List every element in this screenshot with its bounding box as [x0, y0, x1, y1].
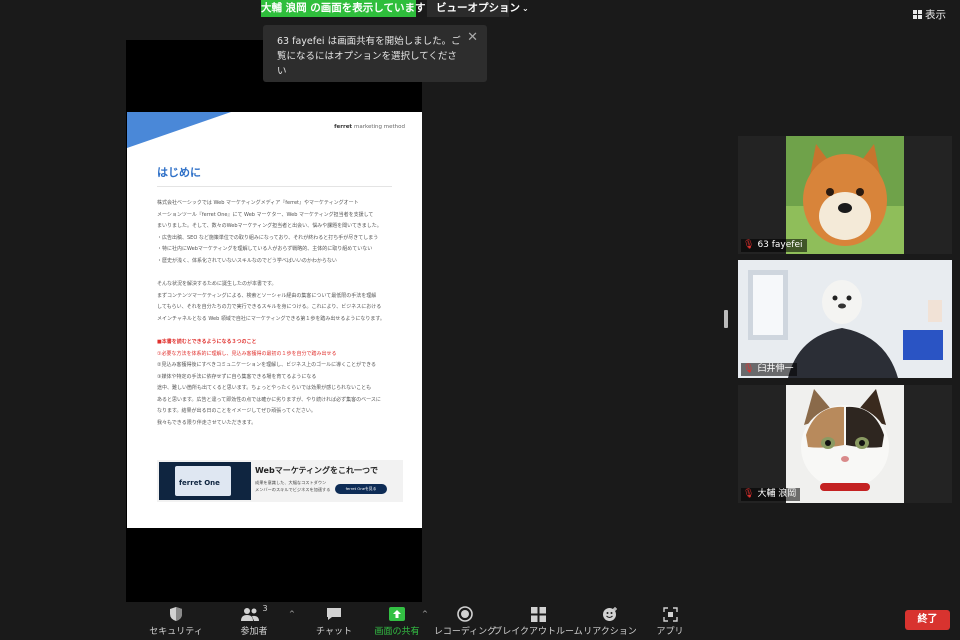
- doc-point: ②見込み客獲得後にすべきコミュニケーションを理解し、ビジネス上のゴールに導くこと…: [157, 362, 376, 368]
- banner-cta: ferret Oneを見る: [335, 484, 387, 494]
- document-title: はじめに: [157, 166, 201, 179]
- smiley-icon: [603, 607, 617, 621]
- apps-label: アプリ: [656, 627, 684, 637]
- banner-subtext: 成果を意識した、大幅なコストダウン メンバーのスキルでビジネスを加速する: [255, 480, 331, 492]
- notification-text: 63 fayefei は画面共有を開始しました。ご覧になるにはオプションを選択し…: [277, 36, 461, 77]
- reactions-label: リアクション: [583, 627, 637, 637]
- chat-label: チャット: [316, 627, 352, 637]
- record-button[interactable]: レコーディング: [434, 604, 496, 640]
- doc-line: そんな状況を解決するために誕生したのが本書です。: [157, 281, 277, 287]
- product-screenshot: ferret One: [159, 462, 251, 500]
- doc-line: メインチャネルとなる Web 領域で自社にマーケティングできる第１歩を踏み出せる…: [157, 315, 385, 322]
- share-screen-label: 画面の共有: [374, 627, 420, 637]
- doc-line: なります。結果が出る日のことをイメージしてぜひ頑張ってください。: [157, 408, 316, 414]
- calico-cat-photo: [786, 385, 904, 503]
- participants-label: 参加者: [240, 627, 268, 637]
- shield-icon: [170, 607, 182, 621]
- banner-headline: Webマーケティングをこれ一つで: [255, 466, 379, 475]
- panel-resize-handle[interactable]: [724, 310, 728, 328]
- view-layout-button[interactable]: 表示: [913, 6, 953, 22]
- view-options-label: ビューオプション: [436, 2, 520, 14]
- share-options-caret-icon[interactable]: ^: [422, 610, 428, 618]
- breakout-rooms-button[interactable]: ブレイクアウトルーム: [493, 604, 583, 640]
- muted-mic-icon: 🎙: [743, 489, 755, 499]
- shiba-dog-photo: [786, 136, 904, 254]
- chevron-down-icon: ⌄: [522, 4, 529, 13]
- chat-button[interactable]: チャット: [316, 604, 352, 640]
- document-body: 株式会社ベーシックでは Web マーケティングメディア『ferret』やマーケテ…: [157, 198, 397, 429]
- apps-icon: [662, 606, 678, 622]
- record-label: レコーディング: [433, 627, 497, 637]
- meeting-toolbar: セキュリティ 3 参加者 ^ チャット 画面の共有 ^ レコーディング ブレイク…: [0, 602, 960, 640]
- doc-point: ③媒体や特定の手法に依存せずに自ら集客できる場を育てるようになる: [157, 373, 317, 380]
- doc-line: まずコンテンツマーケティングによる、検索とソーシャル経由の集客について最低限の手…: [157, 292, 377, 299]
- people-icon: [241, 608, 260, 621]
- breakout-rooms-label: ブレイクアウトルーム: [493, 627, 583, 637]
- doc-line: してもらい、それを自分たちの力で実行できるスキルを身につける。これにより、ビジネ…: [157, 304, 382, 310]
- doc-red-heading: ■本書を読むとできるようになる３つのこと: [157, 339, 257, 345]
- doc-line: ・広告出稿、SEO など施策単位での取り組みになっており、それが終わると打ち手が…: [157, 234, 379, 241]
- participant-tile-active-speaker[interactable]: 🎙 臼井伸一: [738, 260, 952, 378]
- doc-line: メーションツール『ferret One』にて Web マーケター、Web マーケ…: [157, 211, 374, 218]
- participants-button[interactable]: 3 参加者: [236, 604, 272, 640]
- participant-count: 3: [262, 604, 268, 613]
- security-button[interactable]: セキュリティ: [149, 604, 203, 640]
- doc-line: ・歴史が浅く、体系化されていないスキルなのでどう学べばいいのかわからない: [157, 257, 337, 264]
- share-screen-button[interactable]: 画面の共有: [372, 604, 422, 640]
- view-layout-label: 表示: [925, 8, 946, 21]
- banner-brand: ferret One: [179, 479, 220, 487]
- doc-line: 我々もできる限り伴走させていただきます。: [157, 419, 257, 426]
- participant-name-tag: 🎙 63 fayefei: [741, 239, 807, 252]
- document-logo: ferret marketing method: [334, 124, 405, 130]
- share-status-banner: 大輔 浪岡 の画面を表示しています: [261, 0, 426, 17]
- breakout-rooms-icon: [530, 606, 546, 622]
- document-corner-accent: [127, 112, 231, 148]
- muted-mic-icon: 🎙: [743, 364, 755, 374]
- shared-document: ferret marketing method はじめに 株式会社ベーシックでは…: [127, 112, 422, 528]
- reactions-button[interactable]: リアクション: [583, 604, 637, 640]
- close-icon[interactable]: ✕: [467, 30, 478, 45]
- grid-icon: [913, 9, 922, 19]
- participant-tile[interactable]: 🎙 63 fayefei: [738, 136, 952, 254]
- participants-options-caret-icon[interactable]: ^: [289, 610, 295, 618]
- end-meeting-button[interactable]: 終了: [905, 610, 950, 630]
- participant-name-tag: 🎙 臼井伸一: [741, 363, 798, 376]
- security-label: セキュリティ: [149, 627, 203, 637]
- participant-tile[interactable]: 🎙 大輔 浪岡: [738, 385, 952, 503]
- share-screen-icon: [389, 607, 405, 621]
- doc-line: まいりました。そして、数々のWebマーケティング担当者と出会い、悩みや課題を聞い…: [157, 223, 382, 229]
- person-with-seal-mask-photo: [738, 260, 952, 378]
- view-options-button[interactable]: ビューオプション ⌄: [427, 0, 529, 17]
- doc-line: 途中、難しい箇所も出てくると思います。ちょっとやったくらいでは効果が感じられない…: [157, 385, 372, 391]
- muted-mic-icon: 🎙: [743, 240, 755, 250]
- doc-line: ・特に社内にWebマーケティングを理解している人がおらず戦略的、主体的に取り組め…: [157, 246, 373, 252]
- promo-banner: ferret One Webマーケティングをこれ一つで 成果を意識した、大幅なコ…: [157, 460, 403, 502]
- participant-name-tag: 🎙 大輔 浪岡: [741, 488, 801, 501]
- doc-point: ①必要な方法を体系的に理解し、見込み客獲得の最初の１歩を自分で踏み出せる: [157, 350, 337, 357]
- divider: [157, 186, 392, 187]
- chat-icon: [327, 608, 341, 620]
- record-icon: [457, 606, 473, 622]
- doc-line: あると思います。広告と違って即効性の点では確かに劣りますが、やり続ければ必ず集客…: [157, 396, 381, 403]
- doc-line: 株式会社ベーシックでは Web マーケティングメディア『ferret』やマーケテ…: [157, 200, 359, 206]
- screen-share-notification: 63 fayefei は画面共有を開始しました。ご覧になるにはオプションを選択し…: [263, 25, 487, 82]
- apps-button[interactable]: アプリ: [656, 604, 684, 640]
